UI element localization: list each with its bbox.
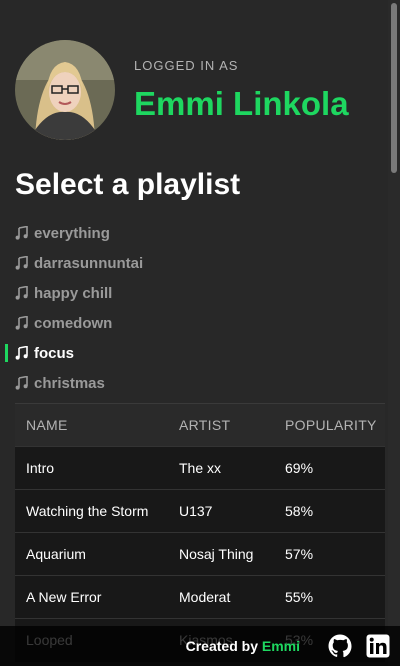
playlist-item[interactable]: darrasunnuntai <box>0 248 385 278</box>
avatar <box>15 40 115 140</box>
linkedin-icon[interactable] <box>366 634 390 658</box>
playlist-item[interactable]: happy chill <box>0 278 385 308</box>
track-name: Intro <box>15 446 168 490</box>
table-row[interactable]: Aquarium Nosaj Thing 57% <box>15 532 385 576</box>
playlist-item[interactable]: comedown <box>0 308 385 338</box>
track-name: Watching the Storm <box>15 489 168 533</box>
credit-text: Created by Emmi <box>186 638 300 654</box>
track-popularity: 57% <box>274 532 385 576</box>
table-row[interactable]: A New Error Moderat 55% <box>15 575 385 619</box>
scrollbar-thumb[interactable] <box>391 3 397 173</box>
playlist-label: christmas <box>34 374 105 392</box>
track-popularity: 55% <box>274 575 385 619</box>
playlist-label: darrasunnuntai <box>34 254 144 272</box>
logged-in-label: LOGGED IN AS <box>134 58 239 73</box>
playlist-item[interactable]: christmas <box>0 368 385 398</box>
track-artist: Moderat <box>168 575 274 619</box>
table-row[interactable]: Intro The xx 69% <box>15 446 385 490</box>
music-note-icon <box>15 316 28 330</box>
playlist-item[interactable]: everything <box>0 218 385 248</box>
author-link[interactable]: Emmi <box>262 638 300 654</box>
github-icon[interactable] <box>328 634 352 658</box>
track-artist: The xx <box>168 446 274 490</box>
music-note-icon <box>15 286 28 300</box>
playlist-label: everything <box>34 224 110 242</box>
track-popularity: 69% <box>274 446 385 490</box>
track-table: NAME ARTIST POPULARITY Intro The xx 69% … <box>15 403 385 662</box>
column-header-artist[interactable]: ARTIST <box>168 403 274 447</box>
table-row[interactable]: Watching the Storm U137 58% <box>15 489 385 533</box>
section-title: Select a playlist <box>15 168 241 201</box>
playlist-label: focus <box>34 344 75 362</box>
track-popularity: 58% <box>274 489 385 533</box>
table-header-row: NAME ARTIST POPULARITY <box>15 403 385 447</box>
column-header-popularity[interactable]: POPULARITY <box>274 403 385 447</box>
playlist-item-active[interactable]: focus <box>0 338 385 368</box>
track-name: A New Error <box>15 575 168 619</box>
scrollbar[interactable] <box>388 0 400 666</box>
music-note-icon <box>15 346 28 360</box>
music-note-icon <box>15 256 28 270</box>
track-name: Aquarium <box>15 532 168 576</box>
music-note-icon <box>15 376 28 390</box>
column-header-name[interactable]: NAME <box>15 403 168 447</box>
user-name: Emmi Linkola <box>134 85 349 122</box>
footer-bar: Created by Emmi <box>0 626 400 666</box>
playlist-label: happy chill <box>34 284 113 302</box>
playlist-list: everything darrasunnuntai happy chill co… <box>0 218 385 398</box>
created-by-label: Created by <box>185 638 258 654</box>
track-artist: U137 <box>168 489 274 533</box>
profile-header: LOGGED IN AS Emmi Linkola <box>15 40 385 140</box>
music-note-icon <box>15 226 28 240</box>
playlist-label: comedown <box>34 314 113 332</box>
track-artist: Nosaj Thing <box>168 532 274 576</box>
